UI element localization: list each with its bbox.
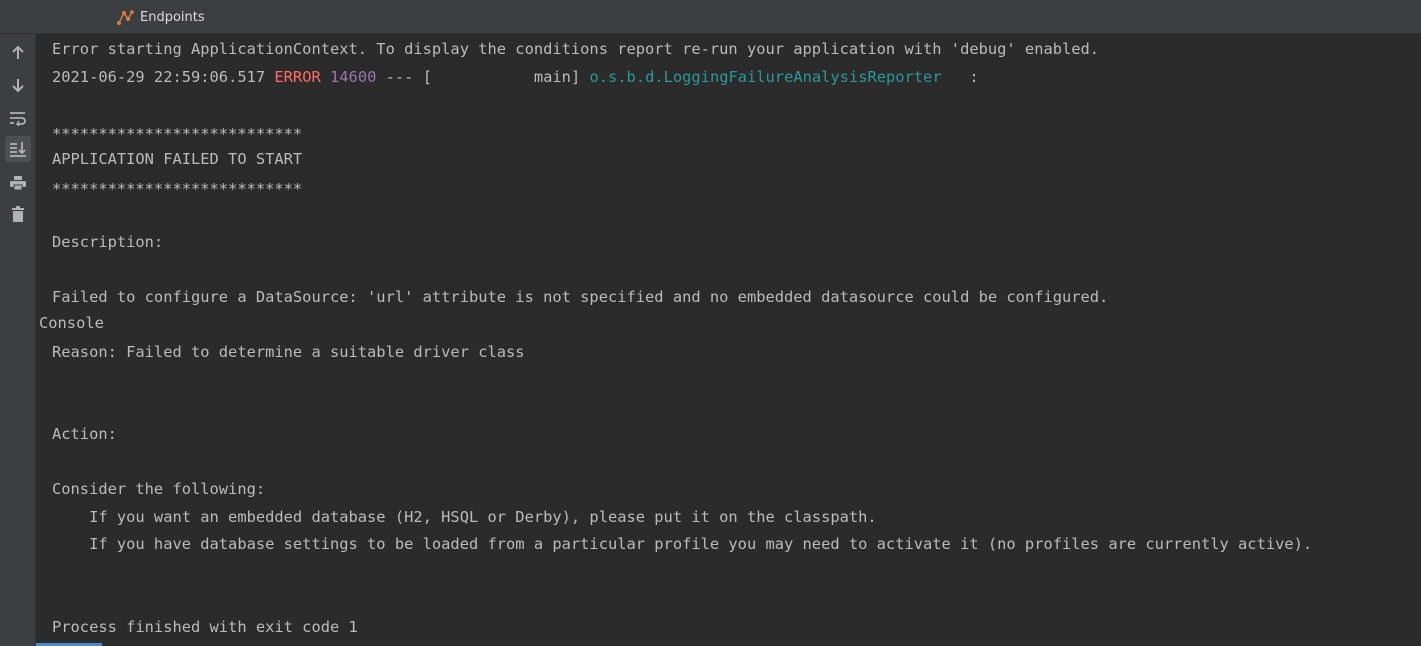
log-tail: :	[941, 68, 979, 86]
console-line-reason: Reason: Failed to determine a suitable d…	[52, 343, 525, 361]
console-line-error-start: Error starting ApplicationContext. To di…	[52, 40, 1100, 58]
console-line-suggestion-1: If you want an embedded database (H2, HS…	[52, 508, 877, 526]
console-line-description-label: Description:	[52, 233, 164, 251]
print-icon[interactable]	[5, 170, 31, 196]
down-arrow-icon[interactable]	[5, 72, 31, 98]
log-timestamp: 2021-06-29 22:59:06.517	[52, 68, 275, 86]
log-level: ERROR	[274, 68, 321, 86]
up-arrow-icon[interactable]	[5, 40, 31, 66]
console-output[interactable]: Error starting ApplicationContext. To di…	[52, 0, 1421, 646]
console-line-stars-bottom: ***************************	[52, 180, 303, 198]
soft-wrap-icon[interactable]	[5, 105, 31, 131]
log-logger: o.s.b.d.LoggingFailureAnalysisReporter	[589, 68, 942, 86]
console-toolstrip	[0, 34, 36, 646]
console-line-consider: Consider the following:	[52, 480, 266, 498]
log-spacer	[321, 68, 330, 86]
console-line-failed-title: APPLICATION FAILED TO START	[52, 150, 303, 168]
console-line-suggestion-2: If you have database settings to be load…	[52, 535, 1313, 553]
trash-icon[interactable]	[5, 201, 31, 227]
console-line-log-entry: 2021-06-29 22:59:06.517 ERROR 14600 --- …	[52, 67, 979, 87]
log-thread: --- [ main]	[376, 68, 590, 86]
console-line-exit: Process finished with exit code 1	[52, 618, 358, 636]
scroll-to-end-icon[interactable]	[5, 136, 31, 162]
console-line-description-text: Failed to configure a DataSource: 'url' …	[52, 288, 1109, 306]
console-line-stars-top: ***************************	[52, 125, 303, 143]
log-pid: 14600	[330, 68, 377, 86]
console-line-action-label: Action:	[52, 425, 117, 443]
